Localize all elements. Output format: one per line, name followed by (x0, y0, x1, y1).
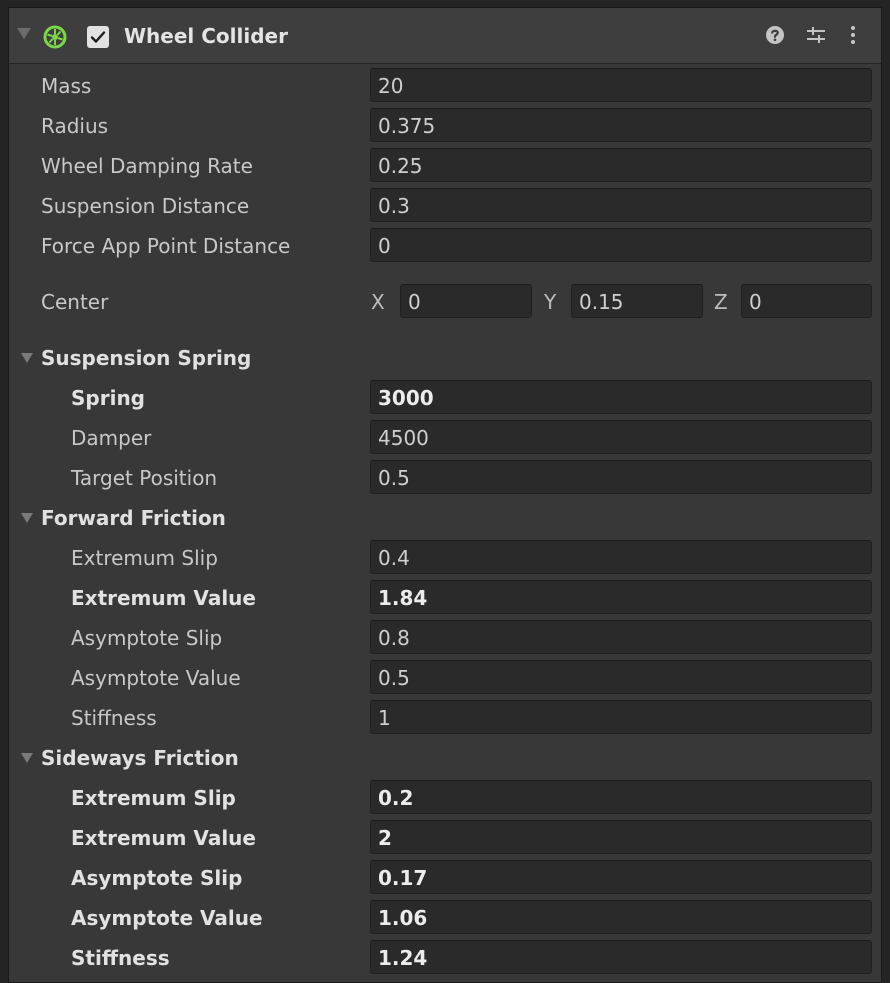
component-title: Wheel Collider (124, 24, 288, 48)
property-row-forward-extremum-value: Extremum Value 1.84 (9, 578, 881, 618)
property-label: Extremum Slip (71, 786, 236, 810)
property-row-radius: Radius 0.375 (9, 106, 881, 146)
preset-icon[interactable] (805, 25, 827, 49)
property-label: Stiffness (71, 946, 170, 970)
property-label: Extremum Slip (71, 546, 218, 570)
help-icon[interactable] (765, 25, 785, 49)
sideways-asymptote-slip-field[interactable]: 0.17 (370, 860, 872, 894)
property-label: Stiffness (71, 706, 157, 730)
property-label: Mass (41, 74, 92, 98)
center-y-label[interactable]: Y (544, 290, 556, 314)
property-row-damper: Damper 4500 (9, 418, 881, 458)
property-row-forward-asymptote-value: Asymptote Value 0.5 (9, 658, 881, 698)
inspector-component-panel: Wheel Collider Mass 20 Radius 0.375 Whee… (8, 7, 882, 983)
foldout-arrow-icon[interactable] (21, 513, 33, 523)
property-row-sideways-extremum-value: Extremum Value 2 (9, 818, 881, 858)
checkmark-icon (90, 31, 106, 43)
center-z-field[interactable]: 0 (741, 284, 872, 318)
forward-extremum-slip-field[interactable]: 0.4 (370, 540, 872, 574)
forward-asymptote-slip-field[interactable]: 0.8 (370, 620, 872, 654)
sideways-stiffness-field[interactable]: 1.24 (370, 940, 872, 974)
force-app-point-distance-field[interactable]: 0 (370, 228, 872, 262)
property-row-spring: Spring 3000 (9, 378, 881, 418)
damper-field[interactable]: 4500 (370, 420, 872, 454)
section-title: Forward Friction (41, 506, 226, 530)
component-enabled-checkbox[interactable] (87, 26, 109, 48)
property-row-forward-stiffness: Stiffness 1 (9, 698, 881, 738)
property-row-suspension-distance: Suspension Distance 0.3 (9, 186, 881, 226)
suspension-distance-field[interactable]: 0.3 (370, 188, 872, 222)
property-row-sideways-extremum-slip: Extremum Slip 0.2 (9, 778, 881, 818)
radius-field[interactable]: 0.375 (370, 108, 872, 142)
section-suspension-spring[interactable]: Suspension Spring (9, 338, 881, 378)
property-label: Wheel Damping Rate (41, 154, 253, 178)
property-row-target-position: Target Position 0.5 (9, 458, 881, 498)
section-forward-friction[interactable]: Forward Friction (9, 498, 881, 538)
property-label: Suspension Distance (41, 194, 250, 218)
section-sideways-friction[interactable]: Sideways Friction (9, 738, 881, 778)
sideways-extremum-slip-field[interactable]: 0.2 (370, 780, 872, 814)
center-y-field[interactable]: 0.15 (571, 284, 703, 318)
property-label: Target Position (71, 466, 218, 490)
center-x-field[interactable]: 0 (400, 284, 532, 318)
property-row-sideways-asymptote-slip: Asymptote Slip 0.17 (9, 858, 881, 898)
section-title: Sideways Friction (41, 746, 239, 770)
property-label: Asymptote Value (71, 906, 263, 930)
center-z-label[interactable]: Z (714, 290, 728, 314)
wheel-damping-rate-field[interactable]: 0.25 (370, 148, 872, 182)
property-row-sideways-asymptote-value: Asymptote Value 1.06 (9, 898, 881, 938)
property-label: Asymptote Slip (71, 626, 223, 650)
property-label: Extremum Value (71, 586, 256, 610)
spring-field[interactable]: 3000 (370, 380, 872, 414)
property-row-forward-extremum-slip: Extremum Slip 0.4 (9, 538, 881, 578)
property-label: Spring (71, 386, 145, 410)
section-title: Suspension Spring (41, 346, 252, 370)
foldout-arrow-icon[interactable] (21, 353, 33, 363)
property-row-center: Center X 0 Y 0.15 Z 0 (9, 282, 881, 322)
center-label: Center (41, 290, 109, 314)
center-x-label[interactable]: X (371, 290, 385, 314)
property-label: Extremum Value (71, 826, 256, 850)
property-label: Force App Point Distance (41, 234, 291, 258)
property-row-sideways-stiffness: Stiffness 1.24 (9, 938, 881, 978)
foldout-arrow-icon[interactable] (21, 753, 33, 763)
forward-extremum-value-field[interactable]: 1.84 (370, 580, 872, 614)
property-row-wheel-damping-rate: Wheel Damping Rate 0.25 (9, 146, 881, 186)
property-row-mass: Mass 20 (9, 66, 881, 106)
property-label: Asymptote Slip (71, 866, 243, 890)
component-header[interactable]: Wheel Collider (9, 8, 881, 64)
wheel-collider-icon (43, 25, 67, 53)
component-foldout-arrow-icon[interactable] (17, 28, 31, 39)
property-label: Damper (71, 426, 152, 450)
forward-stiffness-field[interactable]: 1 (370, 700, 872, 734)
sideways-asymptote-value-field[interactable]: 1.06 (370, 900, 872, 934)
sideways-extremum-value-field[interactable]: 2 (370, 820, 872, 854)
target-position-field[interactable]: 0.5 (370, 460, 872, 494)
more-options-icon[interactable] (849, 25, 857, 49)
forward-asymptote-value-field[interactable]: 0.5 (370, 660, 872, 694)
property-label: Radius (41, 114, 109, 138)
property-label: Asymptote Value (71, 666, 241, 690)
property-row-forward-asymptote-slip: Asymptote Slip 0.8 (9, 618, 881, 658)
mass-field[interactable]: 20 (370, 68, 872, 102)
property-row-force-app-point-distance: Force App Point Distance 0 (9, 226, 881, 266)
